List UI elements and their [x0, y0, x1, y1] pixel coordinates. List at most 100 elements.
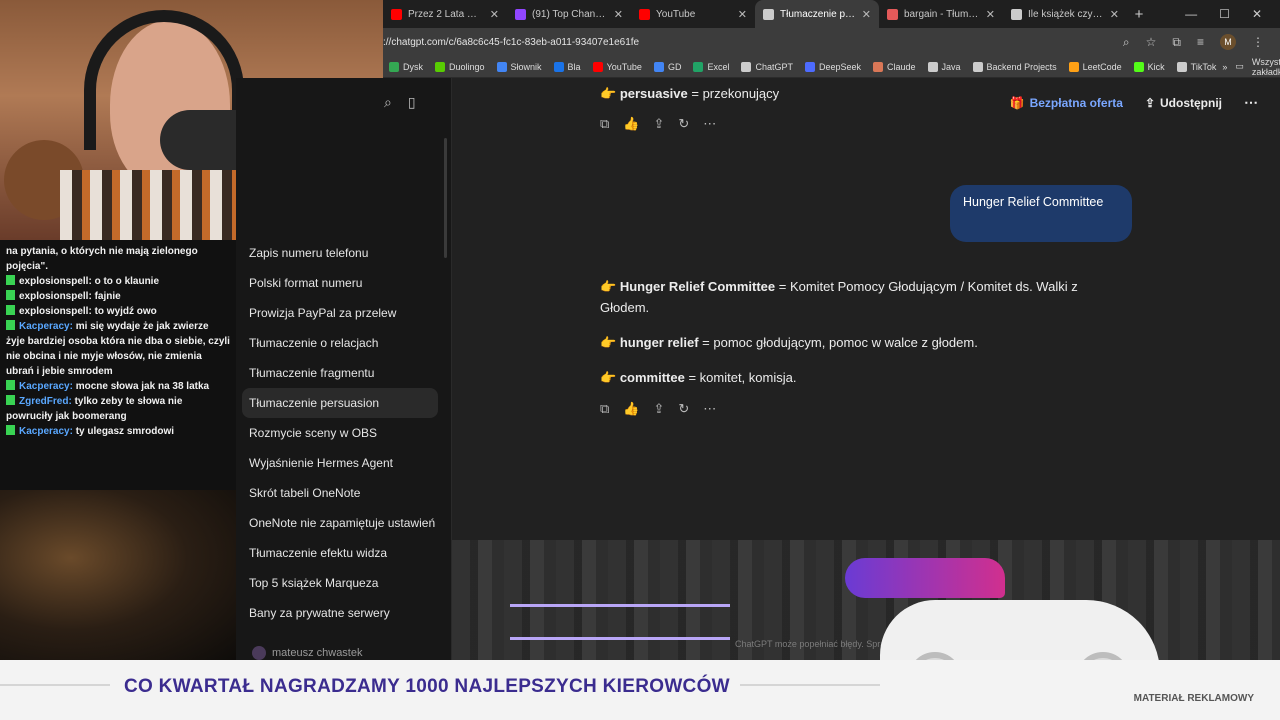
- offer-label: Bezpłatna oferta: [1029, 95, 1123, 110]
- feedback-icon[interactable]: 👍: [623, 116, 639, 132]
- history-item[interactable]: Tłumaczenie efektu widza: [242, 538, 438, 568]
- chat-message: Kacperacy: ty ulegasz smrodowi: [6, 424, 230, 439]
- feedback-icon[interactable]: 👍: [623, 401, 639, 417]
- history-item[interactable]: Rozmycie sceny w OBS: [242, 418, 438, 448]
- bookmark-13[interactable]: Kick: [1128, 61, 1171, 72]
- share-message-icon[interactable]: ⇪: [653, 401, 664, 417]
- kick-badge-icon: [6, 425, 15, 435]
- bookmark-label: Claude: [887, 61, 916, 72]
- bookmark-favicon-icon: [693, 61, 704, 72]
- chat-text: fajnie: [94, 291, 121, 302]
- regenerate-icon[interactable]: ↻: [678, 116, 689, 132]
- history-item[interactable]: Polski format numeru: [242, 268, 438, 298]
- history-item[interactable]: OneNote nie zapamiętuje ustawień: [242, 508, 438, 538]
- bookmark-label: Dysk: [403, 61, 423, 72]
- extensions-icon[interactable]: ⧉: [1172, 35, 1181, 50]
- chat-text: na pytania, o których nie mają zielonego…: [6, 246, 198, 272]
- bookmark-6[interactable]: Excel: [687, 61, 735, 72]
- url-field[interactable]: ://chatgpt.com/c/6a8c6c45-fc1c-83eb-a011…: [383, 37, 1123, 48]
- bookmark-12[interactable]: LeetCode: [1063, 61, 1128, 72]
- more-options-icon[interactable]: ⋯: [1244, 94, 1258, 111]
- bookmark-5[interactable]: GD: [648, 61, 688, 72]
- stream-chat: na pytania, o których nie mają zielonego…: [0, 240, 236, 490]
- profile-avatar[interactable]: M: [1220, 34, 1236, 50]
- share-button[interactable]: ⇪ Udostępnij: [1145, 96, 1222, 110]
- share-label: Udostępnij: [1160, 95, 1222, 110]
- history-item[interactable]: Tłumaczenie o relacjach: [242, 328, 438, 358]
- bookmark-1[interactable]: Duolingo: [429, 61, 491, 72]
- kebab-menu-icon[interactable]: ⋮: [1252, 35, 1264, 49]
- kick-badge-icon: [6, 380, 15, 390]
- sidebar-scrollbar[interactable]: [444, 138, 447, 258]
- copy-icon[interactable]: ⧉: [600, 401, 609, 417]
- history-item[interactable]: Tłumaczenie fragmentu: [242, 358, 438, 388]
- minimize-icon[interactable]: —: [1185, 7, 1197, 21]
- bookmark-11[interactable]: Backend Projects: [967, 61, 1063, 72]
- menu-list-icon[interactable]: ≡: [1197, 35, 1204, 49]
- new-tab-button[interactable]: +: [1127, 6, 1151, 23]
- free-offer-button[interactable]: 🎁 Bezpłatna oferta: [1010, 96, 1123, 110]
- tab-4[interactable]: bargain - Tłumaczeni ✕: [879, 0, 1003, 28]
- ad-headline: CO KWARTAŁ NAGRADZAMY 1000 NAJLEPSZYCH K…: [124, 676, 730, 697]
- regenerate-icon[interactable]: ↻: [678, 401, 689, 417]
- close-tab-icon[interactable]: ✕: [490, 8, 499, 21]
- close-tab-icon[interactable]: ✕: [986, 8, 995, 21]
- copy-icon[interactable]: ⧉: [600, 116, 609, 132]
- bookmark-14[interactable]: TikTok: [1171, 61, 1223, 72]
- banner-dash: [0, 684, 110, 686]
- close-tab-icon[interactable]: ✕: [862, 8, 871, 21]
- zoom-icon[interactable]: ⌕: [1123, 35, 1130, 50]
- bookmark-4[interactable]: YouTube: [587, 61, 648, 72]
- bookmark-10[interactable]: Java: [922, 61, 967, 72]
- chat-username: explosionspell:: [19, 306, 92, 317]
- sidebar-toggle-icon[interactable]: ▯: [408, 94, 416, 111]
- close-tab-icon[interactable]: ✕: [738, 8, 747, 21]
- bookmark-9[interactable]: Claude: [867, 61, 922, 72]
- more-icon[interactable]: ⋯: [703, 401, 716, 417]
- chat-username: Kacperacy:: [19, 426, 73, 437]
- chat-message: explosionspell: o to o klaunie: [6, 274, 230, 289]
- bookmark-8[interactable]: DeepSeek: [799, 61, 867, 72]
- bookmark-label: TikTok: [1190, 61, 1217, 72]
- chat-username: explosionspell:: [19, 291, 92, 302]
- bookmark-favicon-icon: [1176, 61, 1187, 72]
- history-item[interactable]: Bany za prywatne serwery: [242, 598, 438, 628]
- tab-1[interactable]: (91) Top Channels - T ✕: [507, 0, 631, 28]
- favicon-icon: [515, 8, 526, 20]
- bookmark-label: Kick: [1147, 61, 1165, 72]
- history-item[interactable]: Tłumaczenie persuasion: [242, 388, 438, 418]
- bookmark-label: Duolingo: [449, 61, 485, 72]
- user-profile[interactable]: mateusz chwastek: [252, 646, 362, 660]
- maximize-icon[interactable]: ☐: [1219, 7, 1230, 21]
- tab-2[interactable]: YouTube ✕: [631, 0, 755, 28]
- bookmark-7[interactable]: ChatGPT: [735, 61, 799, 72]
- message-actions: ⧉ 👍 ⇪ ↻ ⋯: [600, 116, 716, 132]
- tab-5[interactable]: Ile książek czyta Buffe ✕: [1003, 0, 1127, 28]
- chat-message: ZgredFred: tylko zeby te słowa nie powru…: [6, 394, 230, 424]
- share-message-icon[interactable]: ⇪: [653, 116, 664, 132]
- more-icon[interactable]: ⋯: [703, 116, 716, 132]
- close-tab-icon[interactable]: ✕: [1110, 8, 1119, 21]
- bookmark-0[interactable]: Dysk: [383, 61, 429, 72]
- chat-message: na pytania, o których nie mają zielonego…: [6, 244, 230, 274]
- star-icon[interactable]: ☆: [1146, 35, 1157, 49]
- history-item[interactable]: Skrót tabeli OneNote: [242, 478, 438, 508]
- history-item[interactable]: Zapis numeru telefonu: [242, 238, 438, 268]
- tab-3[interactable]: Tłumaczenie persuas ✕: [755, 0, 879, 28]
- history-item[interactable]: Wyjaśnienie Hermes Agent: [242, 448, 438, 478]
- tab-0[interactable]: Przez 2 Lata Wszyscy ✕: [383, 0, 507, 28]
- history-item[interactable]: Top 5 książek Marqueza: [242, 568, 438, 598]
- history-item[interactable]: Prowizja PayPal za przelew: [242, 298, 438, 328]
- search-icon[interactable]: ⌕: [384, 94, 392, 111]
- chat-text: mocne słowa jak na 38 latka: [75, 381, 210, 392]
- chat-history-list: Zapis numeru telefonu Polski format numer…: [242, 238, 438, 628]
- bookmark-3[interactable]: Bla: [548, 61, 587, 72]
- gift-icon: 🎁: [1009, 95, 1025, 110]
- close-icon[interactable]: ✕: [1252, 7, 1262, 21]
- chevron-right-icon[interactable]: »: [1222, 62, 1227, 72]
- close-tab-icon[interactable]: ✕: [614, 8, 623, 21]
- chatgpt-sidebar: ⌕ ▯ Zapis numeru telefonu Polski format n…: [236, 78, 452, 720]
- bookmark-2[interactable]: Słownik: [491, 61, 548, 72]
- tab-strip: Przez 2 Lata Wszyscy✕(91) Top Channels -…: [383, 0, 1280, 28]
- all-bookmarks[interactable]: Wszystkie zakładki: [1252, 57, 1280, 77]
